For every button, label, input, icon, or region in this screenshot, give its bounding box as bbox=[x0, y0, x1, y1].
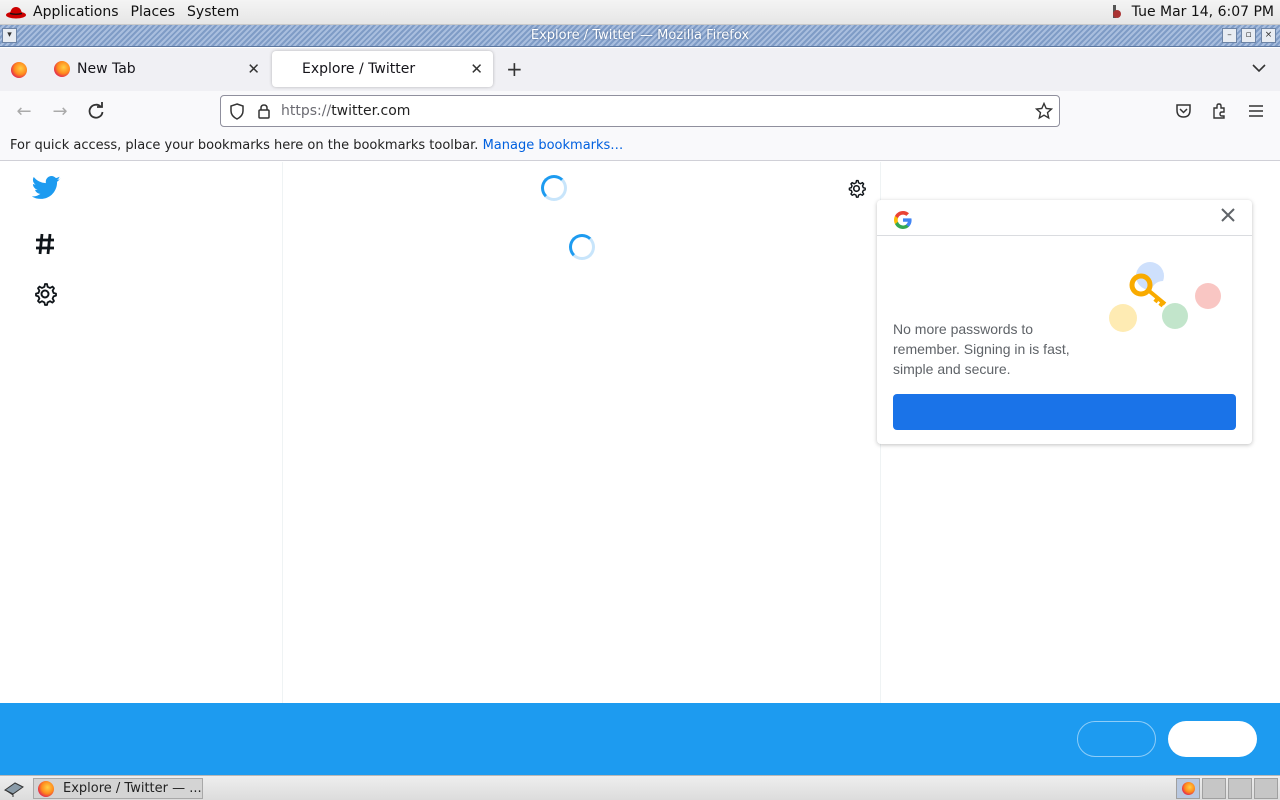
twitter-sidebar bbox=[0, 162, 283, 703]
show-desktop-icon[interactable] bbox=[3, 780, 25, 797]
notification-icon[interactable] bbox=[1108, 4, 1122, 20]
manage-bookmarks-link[interactable]: Manage bookmarks… bbox=[483, 138, 624, 153]
url-host: twitter.com bbox=[331, 103, 411, 119]
url-text[interactable]: https://twitter.com bbox=[281, 103, 410, 119]
hamburger-menu-icon[interactable] bbox=[1248, 104, 1264, 118]
taskbar-window-label: Explore / Twitter — ... bbox=[63, 781, 202, 796]
window-titlebar[interactable]: ▾ Explore / Twitter — Mozilla Firefox – … bbox=[0, 25, 1280, 47]
workspace-4[interactable] bbox=[1254, 778, 1278, 799]
tab-new-tab[interactable]: New Tab ✕ bbox=[45, 51, 270, 87]
nav-bar: ← → https://twitter.com bbox=[0, 91, 1280, 131]
url-bar[interactable]: https://twitter.com bbox=[220, 95, 1060, 127]
twitter-page: No more passwords to remember. Signing i… bbox=[0, 162, 1280, 703]
google-signin-popup: No more passwords to remember. Signing i… bbox=[877, 200, 1252, 444]
google-logo-icon bbox=[894, 211, 912, 229]
bookmarks-toolbar-message: For quick access, place your bookmarks h… bbox=[10, 138, 479, 153]
applications-menu[interactable]: Applications bbox=[33, 4, 119, 20]
lock-icon[interactable] bbox=[257, 103, 271, 120]
places-menu[interactable]: Places bbox=[131, 4, 176, 20]
workspace-1[interactable] bbox=[1176, 778, 1200, 799]
twitter-login-bar bbox=[0, 703, 1280, 775]
loading-spinner bbox=[541, 175, 567, 201]
close-tab-icon[interactable]: ✕ bbox=[247, 60, 260, 78]
explore-settings-gear-icon[interactable] bbox=[847, 179, 866, 198]
tab-explore-twitter[interactable]: Explore / Twitter ✕ bbox=[272, 51, 493, 87]
minimize-button[interactable]: – bbox=[1222, 28, 1237, 43]
system-menu[interactable]: System bbox=[187, 4, 239, 20]
reload-icon[interactable] bbox=[86, 101, 106, 121]
bookmarks-toolbar: For quick access, place your bookmarks h… bbox=[0, 131, 1280, 161]
top-panel: Applications Places System Tue Mar 14, 6… bbox=[0, 0, 1280, 25]
close-popup-icon[interactable] bbox=[1220, 207, 1236, 223]
twitter-logo-icon[interactable] bbox=[32, 176, 61, 200]
workspace-3[interactable] bbox=[1228, 778, 1252, 799]
taskbar-firefox-window[interactable]: Explore / Twitter — ... bbox=[33, 778, 203, 799]
redhat-logo-icon[interactable] bbox=[5, 5, 27, 19]
forward-arrow-icon[interactable]: → bbox=[50, 101, 70, 122]
bookmark-star-icon[interactable] bbox=[1035, 102, 1053, 120]
close-window-button[interactable]: × bbox=[1261, 28, 1276, 43]
firefox-view-icon[interactable] bbox=[11, 62, 27, 78]
back-arrow-icon[interactable]: ← bbox=[14, 101, 34, 122]
key-illustration-icon bbox=[1109, 262, 1221, 332]
settings-gear-icon[interactable] bbox=[33, 282, 57, 306]
tracking-shield-icon[interactable] bbox=[229, 103, 245, 120]
hashtag-icon[interactable] bbox=[35, 233, 55, 255]
google-popup-message: No more passwords to remember. Signing i… bbox=[893, 321, 1070, 377]
tab-strip: New Tab ✕ Explore / Twitter ✕ + bbox=[0, 48, 1280, 91]
twitter-main-column bbox=[283, 162, 881, 703]
loading-spinner bbox=[569, 234, 595, 260]
login-button[interactable] bbox=[1077, 721, 1156, 757]
workspace-2[interactable] bbox=[1202, 778, 1226, 799]
firefox-icon bbox=[54, 61, 70, 77]
signup-button[interactable] bbox=[1168, 721, 1257, 757]
panel-clock[interactable]: Tue Mar 14, 6:07 PM bbox=[1132, 4, 1274, 20]
bottom-taskbar: Explore / Twitter — ... bbox=[0, 775, 1280, 800]
new-tab-plus-icon[interactable]: + bbox=[506, 57, 523, 81]
tab-label: Explore / Twitter bbox=[302, 61, 416, 77]
firefox-icon bbox=[11, 62, 27, 78]
close-tab-icon[interactable]: ✕ bbox=[470, 60, 483, 78]
maximize-button[interactable]: ▫ bbox=[1241, 28, 1256, 43]
google-popup-header bbox=[877, 200, 1252, 236]
window-title: Explore / Twitter — Mozilla Firefox bbox=[530, 28, 750, 43]
pocket-icon[interactable] bbox=[1175, 103, 1192, 119]
google-continue-button[interactable] bbox=[893, 394, 1236, 430]
url-scheme: https:// bbox=[281, 103, 332, 119]
tab-label: New Tab bbox=[77, 61, 136, 77]
list-all-tabs-chevron-icon[interactable] bbox=[1252, 63, 1266, 73]
firefox-icon bbox=[1181, 782, 1195, 795]
firefox-icon bbox=[38, 780, 54, 797]
extensions-puzzle-icon[interactable] bbox=[1211, 102, 1228, 120]
